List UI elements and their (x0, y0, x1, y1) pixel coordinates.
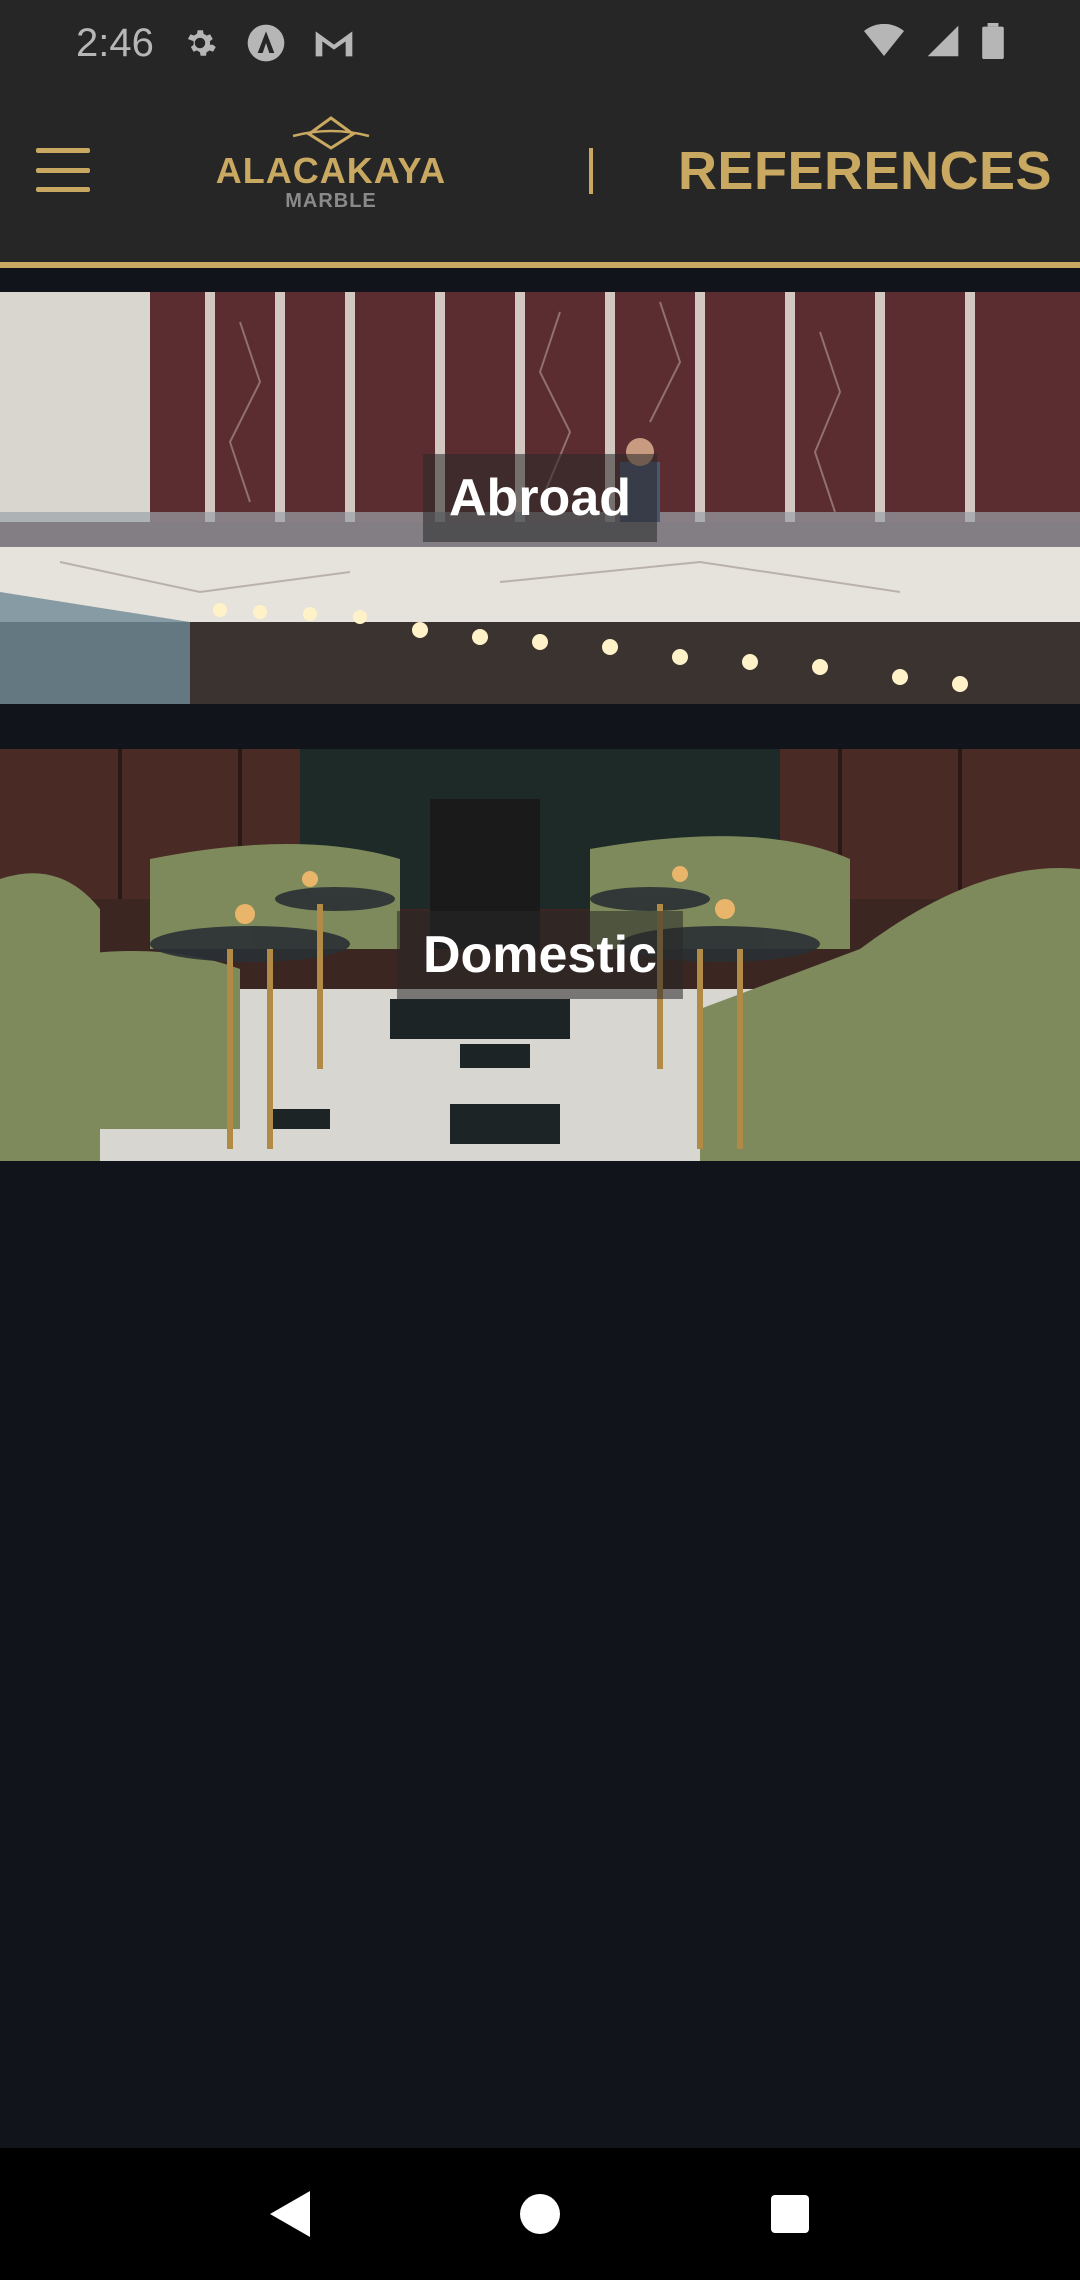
card-label-domestic: Domestic (396, 911, 684, 999)
gmail-icon (314, 27, 354, 59)
back-button[interactable] (260, 2184, 320, 2244)
title-divider (589, 148, 593, 194)
battery-icon (982, 22, 1004, 64)
brand-name: ALACAKAYA (215, 150, 447, 191)
app-bar: ALACAKAYA MARBLE REFERENCES (0, 86, 1080, 262)
brand-sub: MARBLE (285, 190, 377, 212)
wifi-icon (864, 23, 904, 63)
header-underline (0, 262, 1080, 268)
system-nav-bar (0, 2148, 1080, 2280)
back-icon (270, 2191, 310, 2237)
menu-button[interactable] (36, 148, 90, 192)
reference-card-domestic[interactable]: Domestic (0, 749, 1080, 1161)
status-bar: 2:46 (0, 0, 1080, 86)
screen: 2:46 ALACAKAYA MARBLE REFERENCES Abroad … (0, 0, 1080, 2280)
card-label-abroad: Abroad (423, 454, 657, 542)
settings-icon (182, 25, 218, 61)
home-icon (520, 2194, 560, 2234)
status-time: 2:46 (76, 20, 154, 65)
logo-mark-icon (292, 116, 370, 150)
brand-logo: ALACAKAYA MARBLE (196, 116, 466, 216)
menu-icon (36, 148, 90, 153)
a-logo-icon (246, 23, 286, 63)
page-title: REFERENCES (677, 141, 1052, 201)
reference-card-abroad[interactable]: Abroad (0, 292, 1080, 704)
signal-icon (926, 24, 960, 63)
home-button[interactable] (510, 2184, 570, 2244)
recents-button[interactable] (760, 2184, 820, 2244)
recents-icon (771, 2195, 809, 2233)
